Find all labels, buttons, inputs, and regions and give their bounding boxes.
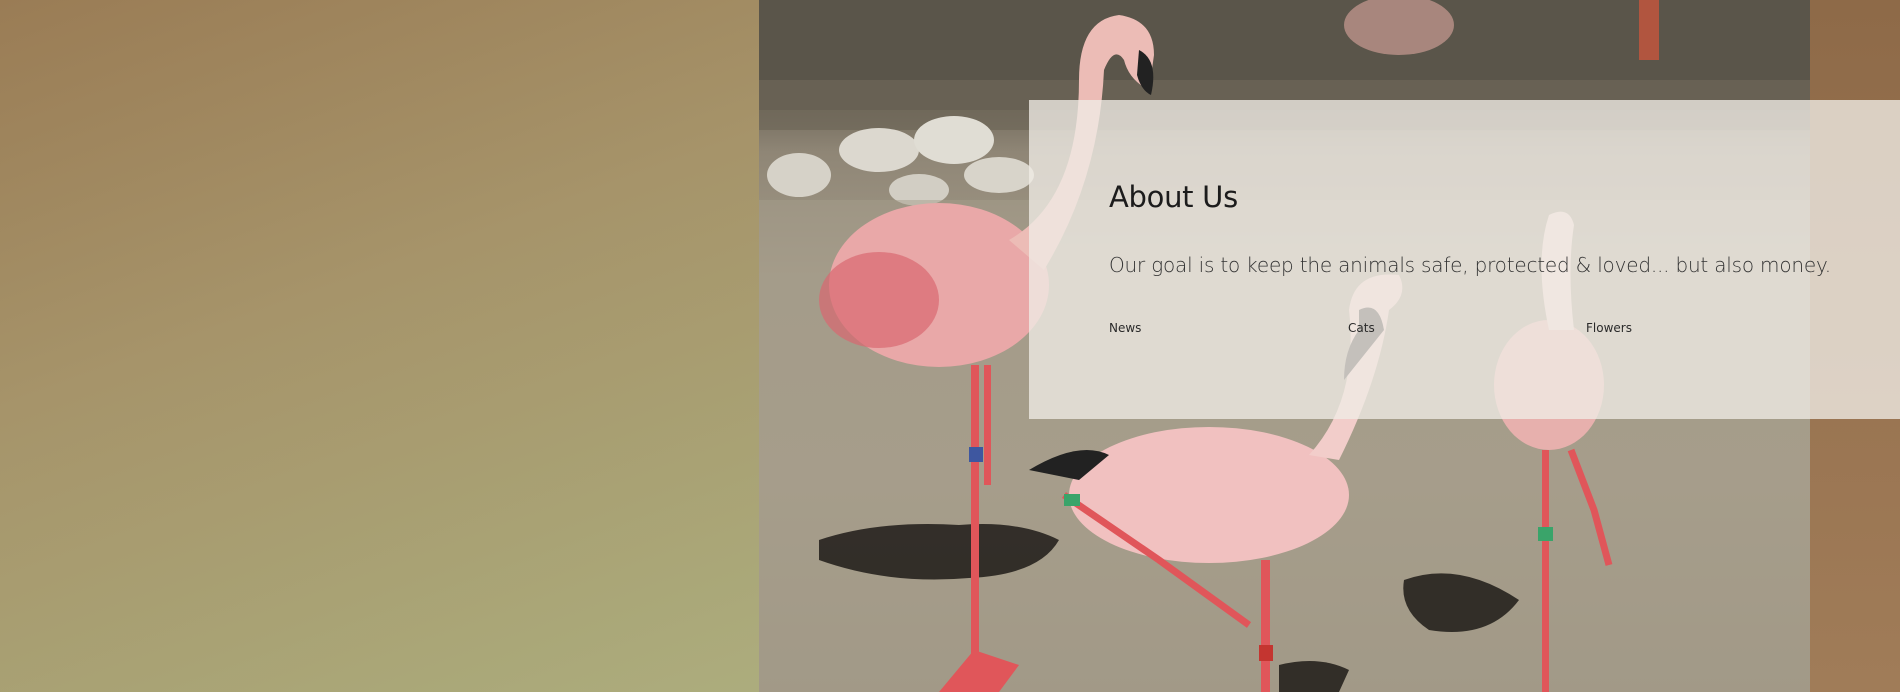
nav-item-news[interactable]: News <box>1109 321 1141 335</box>
flamingo-body <box>1069 427 1349 563</box>
rock <box>839 128 919 172</box>
about-description: Our goal is to keep the animals safe, pr… <box>1109 253 1831 277</box>
leg-band <box>1064 494 1080 506</box>
flamingo-leg <box>971 365 979 665</box>
leg-band <box>1538 527 1553 541</box>
nav-item-cats[interactable]: Cats <box>1348 321 1375 335</box>
shadow <box>1279 661 1349 692</box>
flamingo-leg <box>1542 450 1549 692</box>
about-panel: About Us Our goal is to keep the animals… <box>1029 100 1900 419</box>
rock <box>767 153 831 197</box>
leg-band <box>969 447 983 462</box>
about-title: About Us <box>1109 180 1238 214</box>
nav-item-flowers[interactable]: Flowers <box>1586 321 1632 335</box>
rock <box>914 116 994 164</box>
rock <box>964 157 1034 193</box>
leg-band <box>1259 645 1273 661</box>
